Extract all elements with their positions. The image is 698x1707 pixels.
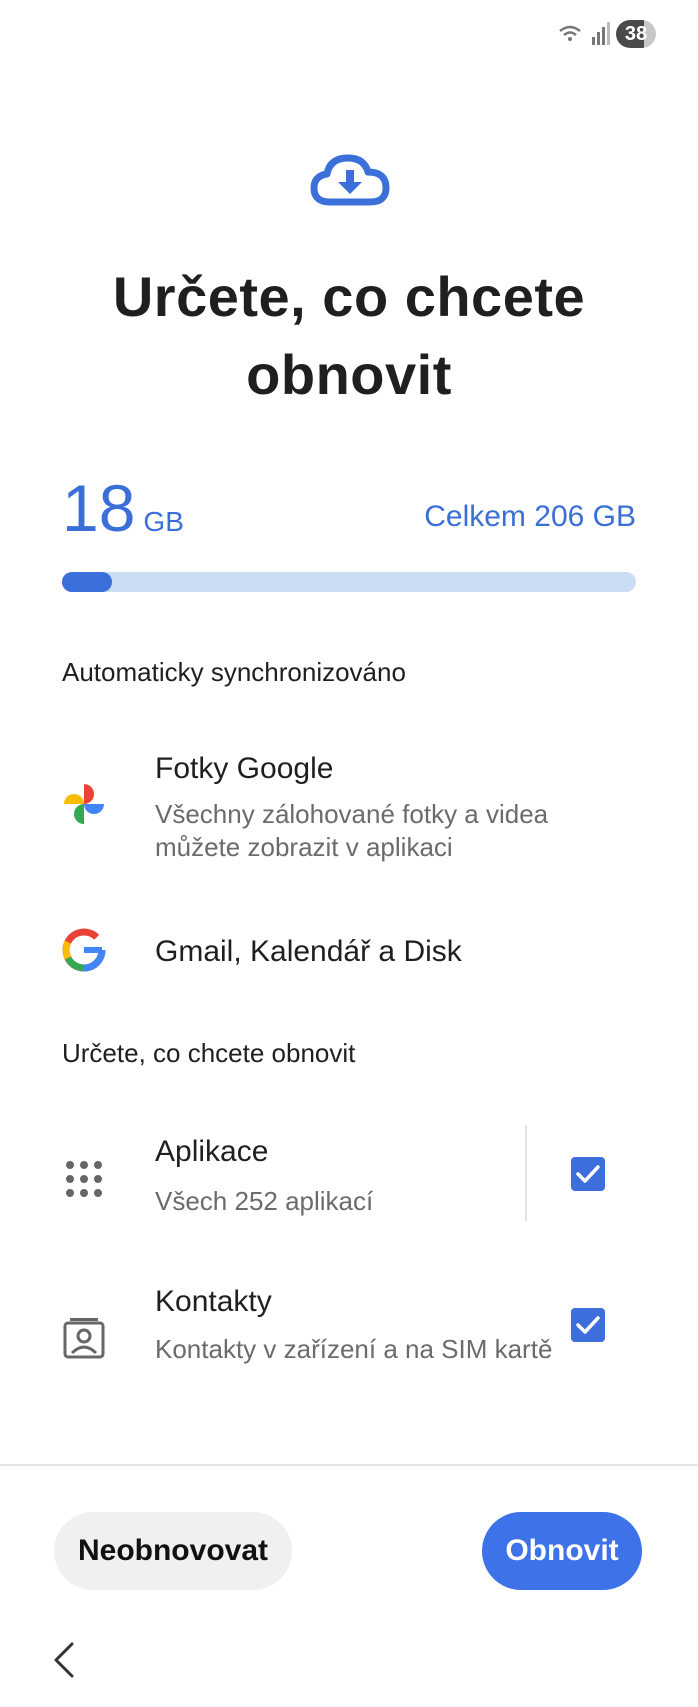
used-storage-unit: GB [143,506,184,537]
contacts-icon [63,1318,105,1359]
vertical-divider [525,1125,527,1221]
status-bar: 38 [558,20,656,48]
google-g-icon [62,928,106,972]
storage-progress-bar [62,572,636,592]
google-photos-icon [64,784,104,824]
used-storage-value: 18 [62,471,136,545]
list-item-subtitle: Kontakty v zařízení a na SIM kartě [155,1334,553,1364]
page-title-line1: Určete, co chcete [112,265,586,328]
page-title: Určete, co chcete obnovit [40,258,658,414]
storage-progress-fill [62,572,112,592]
list-item-gmail-calendar-drive[interactable]: Gmail, Kalendář a Disk [0,925,698,985]
list-item-contacts[interactable]: Kontakty Kontakty v zařízení a na SIM ka… [0,1275,698,1405]
list-item-google-photos[interactable]: Fotky Google Všechny zálohované fotky a … [0,740,698,880]
battery-indicator: 38 [616,20,656,48]
wifi-signal-icon [559,22,610,45]
list-item-title: Gmail, Kalendář a Disk [155,935,462,968]
total-storage: Celkem 206 GB [424,500,636,533]
apps-grid-icon [66,1161,102,1197]
checkmark-icon [576,1165,600,1183]
list-item-title: Fotky Google [155,752,334,785]
used-storage: 18 GB [62,470,184,546]
skip-restore-button[interactable]: Neobnovovat [54,1512,292,1590]
section-label-auto-sync: Automaticky synchronizováno [62,657,406,687]
contacts-checkbox[interactable] [571,1308,605,1342]
list-item-subtitle: Všechny zálohované fotky a videa můžete … [155,799,549,862]
page-title-line2: obnovit [246,343,452,406]
list-item-title: Aplikace [155,1135,269,1168]
checkmark-icon [576,1316,600,1334]
apps-checkbox[interactable] [571,1157,605,1191]
footer-divider [0,1464,698,1466]
back-chevron-icon[interactable] [48,1640,78,1680]
section-label-choose: Určete, co chcete obnovit [62,1038,356,1068]
list-item-title: Kontakty [155,1285,272,1318]
list-item-subtitle: Všech 252 aplikací [155,1186,374,1216]
restore-button[interactable]: Obnovit [482,1512,642,1590]
list-item-apps[interactable]: Aplikace Všech 252 aplikací [0,1125,698,1225]
cloud-download-icon [310,154,390,206]
